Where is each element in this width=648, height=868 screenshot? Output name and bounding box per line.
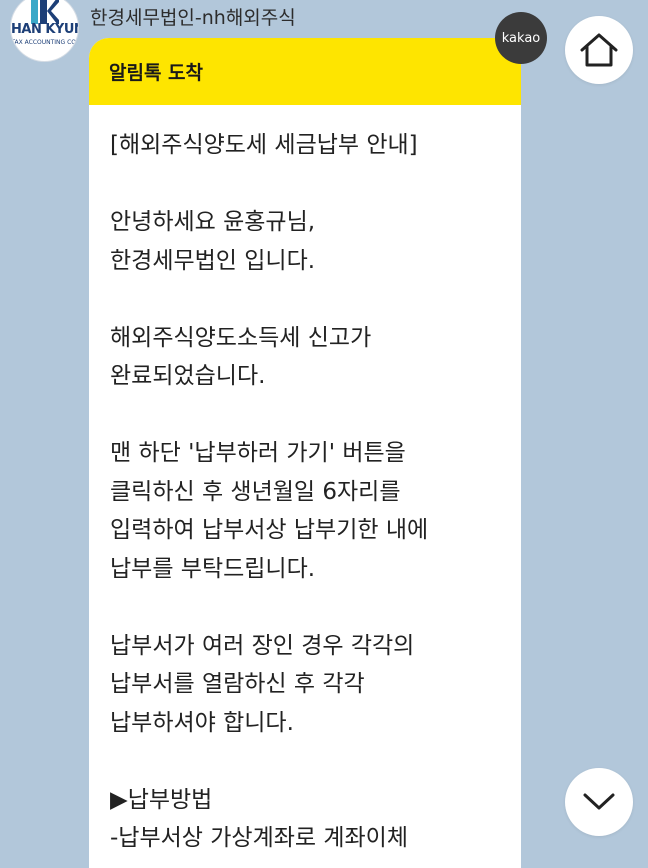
message-line: 클릭하신 후 생년월일 6자리를	[110, 478, 401, 505]
kakao-badge: kakao	[495, 12, 547, 64]
message-body: [해외주식양도세 세금납부 안내] 안녕하세요 윤홍규님, 한경세무법인 입니다. 해…	[89, 105, 521, 858]
avatar-brand-text: HAN KYUNG	[11, 22, 78, 37]
message-line: 납부서가 여러 장인 경우 각각의	[110, 632, 415, 659]
message-line: 납부서를 열람하신 후 각각	[110, 671, 365, 697]
message-line: 한경세무법인 입니다.	[110, 247, 316, 274]
message-line: 해외주식양도소득세 신고가	[110, 324, 372, 351]
home-icon	[580, 33, 618, 67]
message-line: 완료되었습니다.	[110, 363, 266, 389]
message-line: 맨 하단 '납부하러 가기' 버튼을	[110, 440, 406, 466]
home-button[interactable]	[565, 16, 633, 84]
sender-avatar[interactable]: HAN KYUNG TAX ACCOUNTING CO.	[11, 0, 78, 61]
message-line: ▶납부방법	[110, 786, 213, 813]
kakao-badge-label: kakao	[501, 30, 541, 46]
message-line: 입력하여 납부서상 납부기한 내에	[110, 517, 429, 543]
bubble-header-title: 알림톡 도착	[109, 62, 204, 84]
message-line: 안녕하세요 윤홍규님,	[110, 209, 316, 235]
chevron-down-icon	[583, 793, 615, 810]
bubble-header: 알림톡 도착	[89, 38, 521, 105]
scroll-down-button[interactable]	[565, 768, 633, 836]
sender-name: 한경세무법인-nh해외주식	[90, 7, 296, 29]
message-line: 납부하셔야 합니다.	[110, 709, 294, 736]
message-line: -납부서상 가상계좌로 계좌이체	[110, 825, 409, 851]
message-bubble: 알림톡 도착 [해외주식양도세 세금납부 안내] 안녕하세요 윤홍규님, 한경세무법…	[89, 38, 521, 868]
avatar-brand-subtext: TAX ACCOUNTING CO.	[11, 39, 78, 46]
hk-logo-icon	[31, 0, 59, 24]
message-line: [해외주식양도세 세금납부 안내]	[110, 132, 418, 158]
message-line: 납부를 부탁드립니다.	[110, 555, 316, 582]
